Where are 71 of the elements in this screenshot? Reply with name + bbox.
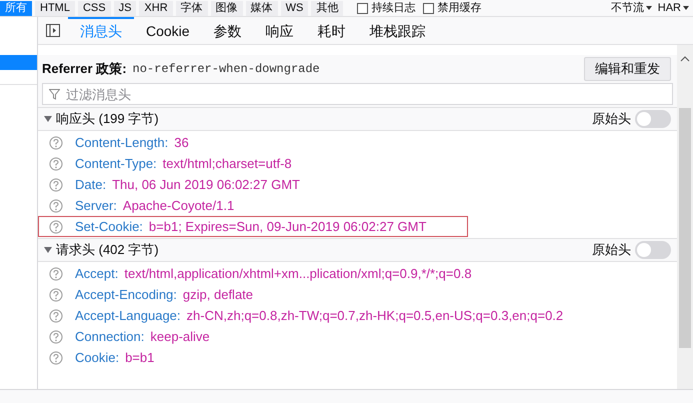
- header-value: b=b1: [125, 348, 154, 367]
- toggle-switch[interactable]: [635, 241, 671, 259]
- checkbox[interactable]: [423, 2, 434, 14]
- filter-button[interactable]: 字体: [176, 0, 208, 16]
- header-value: Thu, 06 Jun 2019 06:02:27 GMT: [112, 176, 300, 194]
- caret-down-icon: [683, 6, 689, 10]
- caret-down-icon[interactable]: [44, 246, 52, 254]
- section-header[interactable]: 响应头 (199 字节) 原始头: [38, 107, 677, 131]
- referrer-label: Referrer 政策:: [42, 60, 127, 78]
- help-icon[interactable]: [49, 198, 63, 212]
- section-title: 请求头 (402 字节): [56, 241, 159, 260]
- header-name: Content-Length:: [75, 134, 168, 152]
- tab[interactable]: 响应: [254, 17, 306, 44]
- filter-button[interactable]: XHR: [139, 0, 173, 16]
- caret-down-icon[interactable]: [44, 115, 52, 123]
- header-value: gzip, deflate: [182, 286, 254, 304]
- tab[interactable]: Cookie: [134, 17, 202, 44]
- section-title: 响应头 (199 字节): [56, 110, 159, 128]
- header-name: Date:: [75, 176, 106, 194]
- sidebar-toggle-icon[interactable]: [46, 24, 60, 37]
- raw-headers-label: 原始头: [592, 241, 631, 260]
- checkbox-label: 禁用缓存: [437, 0, 482, 16]
- header-value: 36: [174, 134, 189, 152]
- referrer-value: no-referrer-when-downgrade: [132, 61, 320, 78]
- help-icon[interactable]: [49, 220, 63, 234]
- filter-button[interactable]: CSS: [78, 0, 111, 16]
- checkbox[interactable]: [357, 2, 368, 14]
- header-name: Cookie:: [75, 348, 120, 367]
- tab[interactable]: 耗时: [306, 17, 358, 44]
- header-value: zh-CN,zh;q=0.8,zh-TW;q=0.7,zh-HK;q=0.5,en-US;q=0.3,en;q=0.2: [186, 306, 564, 325]
- header-name: Accept-Encoding:: [75, 286, 177, 304]
- filter-button[interactable]: 图像: [210, 0, 243, 16]
- help-icon[interactable]: [49, 288, 63, 302]
- help-icon[interactable]: [49, 350, 63, 364]
- header-value: keep-alive: [150, 328, 210, 346]
- header-name: Set-Cookie:: [75, 218, 143, 236]
- filter-button[interactable]: 其他: [311, 0, 344, 16]
- filter-button[interactable]: HTML: [35, 0, 75, 16]
- filter-button[interactable]: WS: [280, 0, 308, 16]
- filter-button[interactable]: 所有: [0, 0, 32, 16]
- header-name: Accept-Language:: [75, 306, 181, 325]
- help-icon[interactable]: [49, 308, 63, 322]
- raw-headers-label: 原始头: [592, 110, 631, 128]
- funnel-icon: [49, 89, 60, 100]
- help-icon[interactable]: [49, 156, 63, 170]
- scroll-up-icon[interactable]: [680, 55, 690, 63]
- filter-button[interactable]: JS: [114, 0, 136, 16]
- filter-field[interactable]: 过滤消息头: [42, 83, 673, 105]
- dropdown-button[interactable]: 不节流: [610, 0, 652, 16]
- toggle-switch[interactable]: [635, 110, 671, 128]
- help-icon[interactable]: [49, 136, 63, 150]
- edit-resend-button[interactable]: 编辑和重发: [584, 57, 671, 81]
- header-value: b=b1; Expires=Sun, 09-Jun-2019 06:02:27 GMT: [148, 218, 426, 236]
- tab[interactable]: 参数: [202, 17, 254, 44]
- help-icon[interactable]: [49, 330, 63, 344]
- filter-button[interactable]: 媒体: [246, 0, 278, 16]
- help-icon[interactable]: [49, 266, 63, 280]
- section-header[interactable]: 请求头 (402 字节) 原始头: [38, 238, 677, 262]
- header-value: Apache-Coyote/1.1: [122, 196, 234, 215]
- header-name: Accept:: [75, 264, 118, 283]
- caret-down-icon: [646, 6, 652, 10]
- dropdown-button[interactable]: HAR: [658, 0, 689, 16]
- header-value: text/html,application/xhtml+xm...plication/xml;q=0.9,*/*;q=0.8: [124, 264, 472, 283]
- checkbox-label: 持续日志: [371, 0, 416, 16]
- scrollbar[interactable]: [677, 45, 693, 389]
- header-name: Server:: [75, 196, 117, 215]
- header-value: text/html;charset=utf-8: [162, 154, 292, 173]
- header-name: Connection:: [75, 328, 144, 346]
- header-name: Content-Type:: [75, 154, 157, 173]
- tab[interactable]: 堆栈跟踪: [358, 17, 438, 44]
- help-icon[interactable]: [49, 178, 63, 192]
